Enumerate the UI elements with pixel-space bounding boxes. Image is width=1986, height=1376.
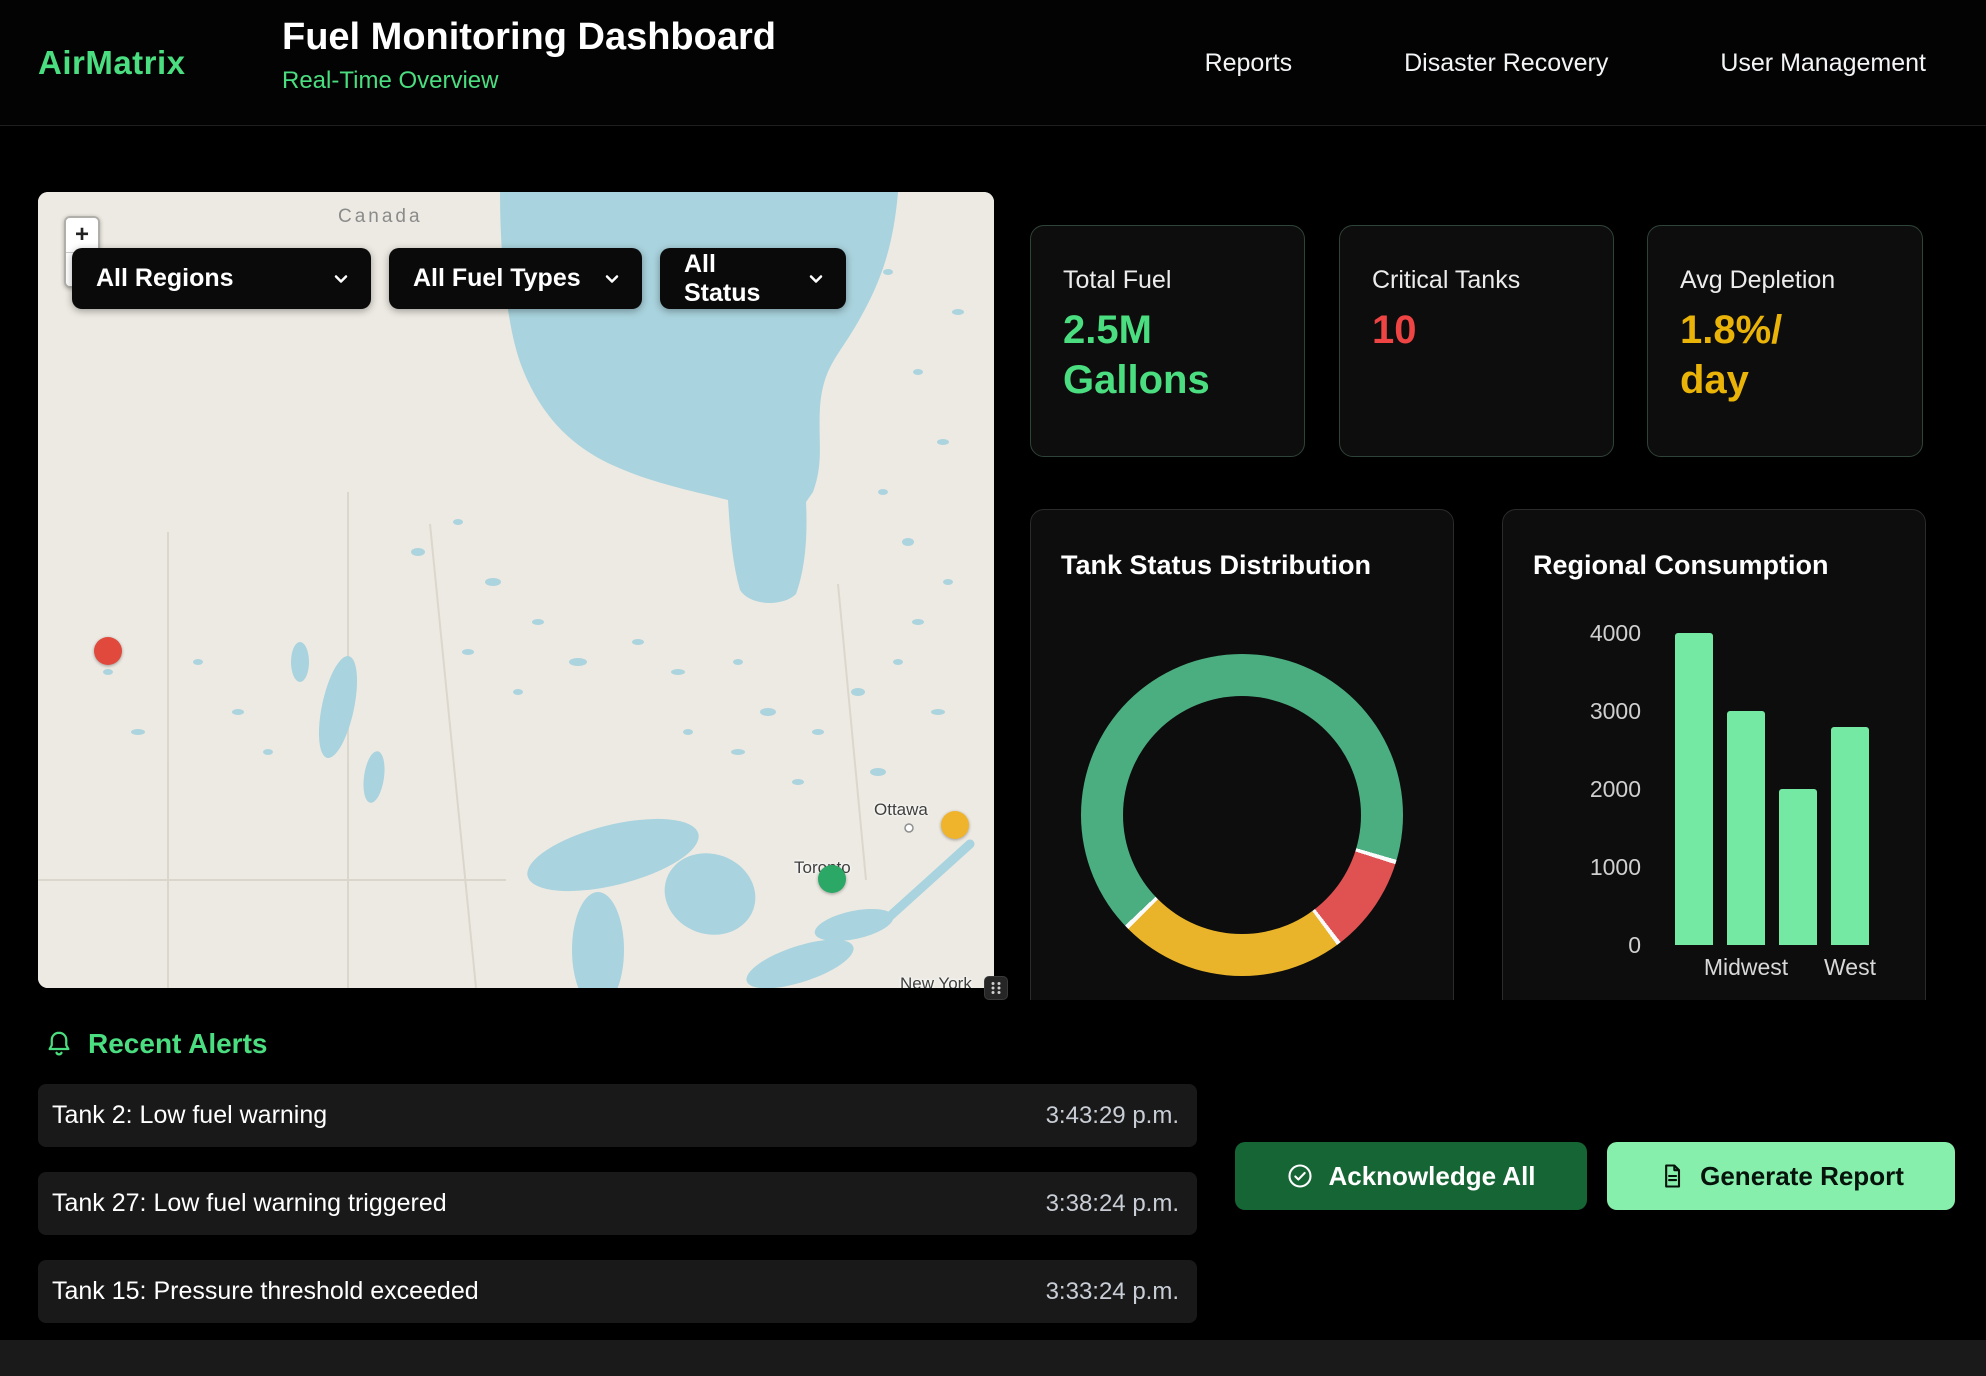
alert-message: Tank 15: Pressure threshold exceeded [52,1277,479,1306]
main-nav: Reports Disaster Recovery User Managemen… [1205,0,1926,126]
status-filter-value: All Status [684,250,792,308]
bar-x-label: West [1824,954,1876,981]
donut-hole [1123,696,1361,934]
stat-label: Critical Tanks [1372,266,1581,295]
alert-time: 3:33:24 p.m. [1046,1278,1179,1306]
bar-0 [1675,633,1713,945]
region-filter-dropdown[interactable]: All Regions [72,248,371,309]
regional-consumption-title: Regional Consumption [1533,550,1895,581]
alert-row[interactable]: Tank 15: Pressure threshold exceeded 3:3… [38,1260,1197,1323]
chevron-down-icon [806,269,826,289]
map[interactable]: Canada + − All Regions All Fuel Types Al… [38,192,994,988]
tank-status-donut [1081,654,1403,976]
map-filters: All Regions All Fuel Types All Status [72,248,846,309]
alerts-header: Recent Alerts [44,1028,267,1060]
generate-report-label: Generate Report [1700,1161,1904,1192]
stat-value-line: 1.8%/ [1680,305,1890,355]
bar-plot [1675,633,1883,945]
acknowledge-all-button[interactable]: Acknowledge All [1235,1142,1587,1210]
alert-message: Tank 27: Low fuel warning triggered [52,1189,447,1218]
page-subtitle: Real-Time Overview [282,67,776,95]
alert-time: 3:38:24 p.m. [1046,1190,1179,1218]
fuel-type-filter-value: All Fuel Types [413,264,581,293]
alerts-title: Recent Alerts [88,1028,267,1060]
chevron-down-icon [331,269,351,289]
stat-value: 2.5M Gallons [1063,305,1272,405]
stat-label: Total Fuel [1063,266,1272,295]
grip-dots-icon [989,981,1003,995]
tank-status-title: Tank Status Distribution [1061,550,1423,581]
nav-user-management[interactable]: User Management [1720,49,1926,78]
map-country-label: Canada [338,206,423,228]
stat-value-line: Gallons [1063,355,1272,405]
bar-3 [1831,727,1869,945]
bar-y-tick: 3000 [1590,697,1641,725]
stat-value: 10 [1372,305,1581,355]
bar-y-tick: 2000 [1590,775,1641,803]
zoom-in-button[interactable]: + [66,218,98,252]
stat-value-line: 10 [1372,305,1581,355]
alert-row[interactable]: Tank 27: Low fuel warning triggered 3:38… [38,1172,1197,1235]
stat-value: 1.8%/ day [1680,305,1890,405]
map-marker-critical[interactable] [94,637,122,665]
map-label-new-york: New York [900,974,972,988]
stat-card-avg-depletion: Avg Depletion 1.8%/ day [1647,225,1923,457]
bell-icon [44,1029,74,1059]
bottom-strip [0,1340,1986,1376]
stat-value-line: 2.5M [1063,305,1272,355]
bar-x-labels: Midwest West [1675,954,1883,984]
alert-message: Tank 2: Low fuel warning [52,1101,327,1130]
map-resize-handle[interactable] [984,976,1008,1000]
fuel-type-filter-dropdown[interactable]: All Fuel Types [389,248,642,309]
brand-logo: AirMatrix [38,0,186,126]
bar-2 [1779,789,1817,945]
check-circle-icon [1286,1162,1314,1190]
stat-value-line: day [1680,355,1890,405]
status-filter-dropdown[interactable]: All Status [660,248,846,309]
stat-card-critical-tanks: Critical Tanks 10 [1339,225,1614,457]
app-header: AirMatrix Fuel Monitoring Dashboard Real… [0,0,1986,126]
alert-row[interactable]: Tank 2: Low fuel warning 3:43:29 p.m. [38,1084,1197,1147]
acknowledge-all-label: Acknowledge All [1328,1161,1535,1192]
bar-y-tick: 0 [1628,931,1641,959]
page-title: Fuel Monitoring Dashboard [282,15,776,61]
title-block: Fuel Monitoring Dashboard Real-Time Over… [282,15,776,95]
map-label-ottawa: Ottawa [874,800,928,820]
nav-reports[interactable]: Reports [1205,49,1293,78]
alert-time: 3:43:29 p.m. [1046,1102,1179,1130]
document-icon [1658,1162,1686,1190]
chevron-down-icon [602,269,622,289]
bar-y-axis: 4000 3000 2000 1000 0 [1533,619,1641,959]
map-marker-warning[interactable] [941,811,969,839]
stat-label: Avg Depletion [1680,266,1890,295]
bar-y-tick: 1000 [1590,853,1641,881]
bar-1 [1727,711,1765,945]
alerts-section: Recent Alerts Tank 2: Low fuel warning 3… [0,1000,1986,1376]
generate-report-button[interactable]: Generate Report [1607,1142,1955,1210]
region-filter-value: All Regions [96,264,234,293]
bar-x-label: Midwest [1704,954,1788,981]
map-marker-normal[interactable] [818,865,846,893]
bar-y-tick: 4000 [1590,619,1641,647]
nav-disaster-recovery[interactable]: Disaster Recovery [1404,49,1608,78]
stat-card-total-fuel: Total Fuel 2.5M Gallons [1030,225,1305,457]
